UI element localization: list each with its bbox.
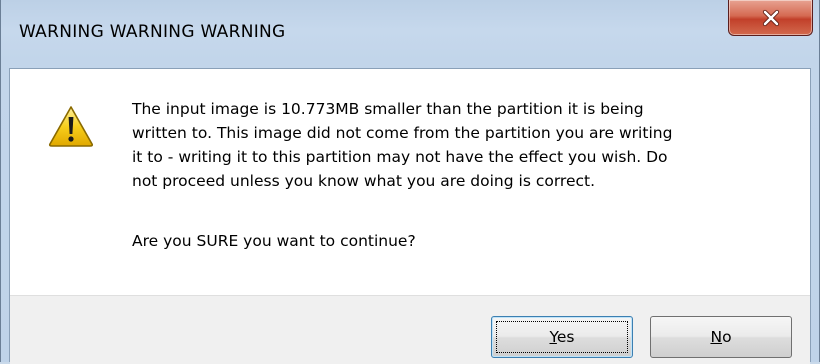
message-line: The input image is 10.773MB smaller than… xyxy=(132,100,644,118)
message-line: it to - writing it to this partition may… xyxy=(132,148,668,166)
close-x-icon xyxy=(729,0,812,35)
dialog-window: WARNING WARNING WARNING The input image … xyxy=(0,0,820,364)
no-label-rest: o xyxy=(722,328,732,346)
no-button[interactable]: No xyxy=(650,316,792,358)
window-title: WARNING WARNING WARNING xyxy=(19,22,286,42)
focus-rectangle xyxy=(496,321,628,353)
message-line: not proceed unless you know what you are… xyxy=(132,172,596,190)
no-mnemonic: N xyxy=(710,328,723,346)
dialog-content: The input image is 10.773MB smaller than… xyxy=(9,68,811,364)
button-bar: Yes No xyxy=(10,295,810,364)
confirmation-question: Are you SURE you want to continue? xyxy=(132,232,416,250)
yes-button[interactable]: Yes xyxy=(491,316,633,358)
close-button[interactable] xyxy=(728,0,813,36)
message-line: written to. This image did not come from… xyxy=(132,124,673,142)
no-button-label: No xyxy=(710,328,731,346)
title-bar[interactable]: WARNING WARNING WARNING xyxy=(1,0,819,68)
warning-message: The input image is 10.773MB smaller than… xyxy=(132,97,782,193)
warning-triangle-icon xyxy=(48,105,94,147)
